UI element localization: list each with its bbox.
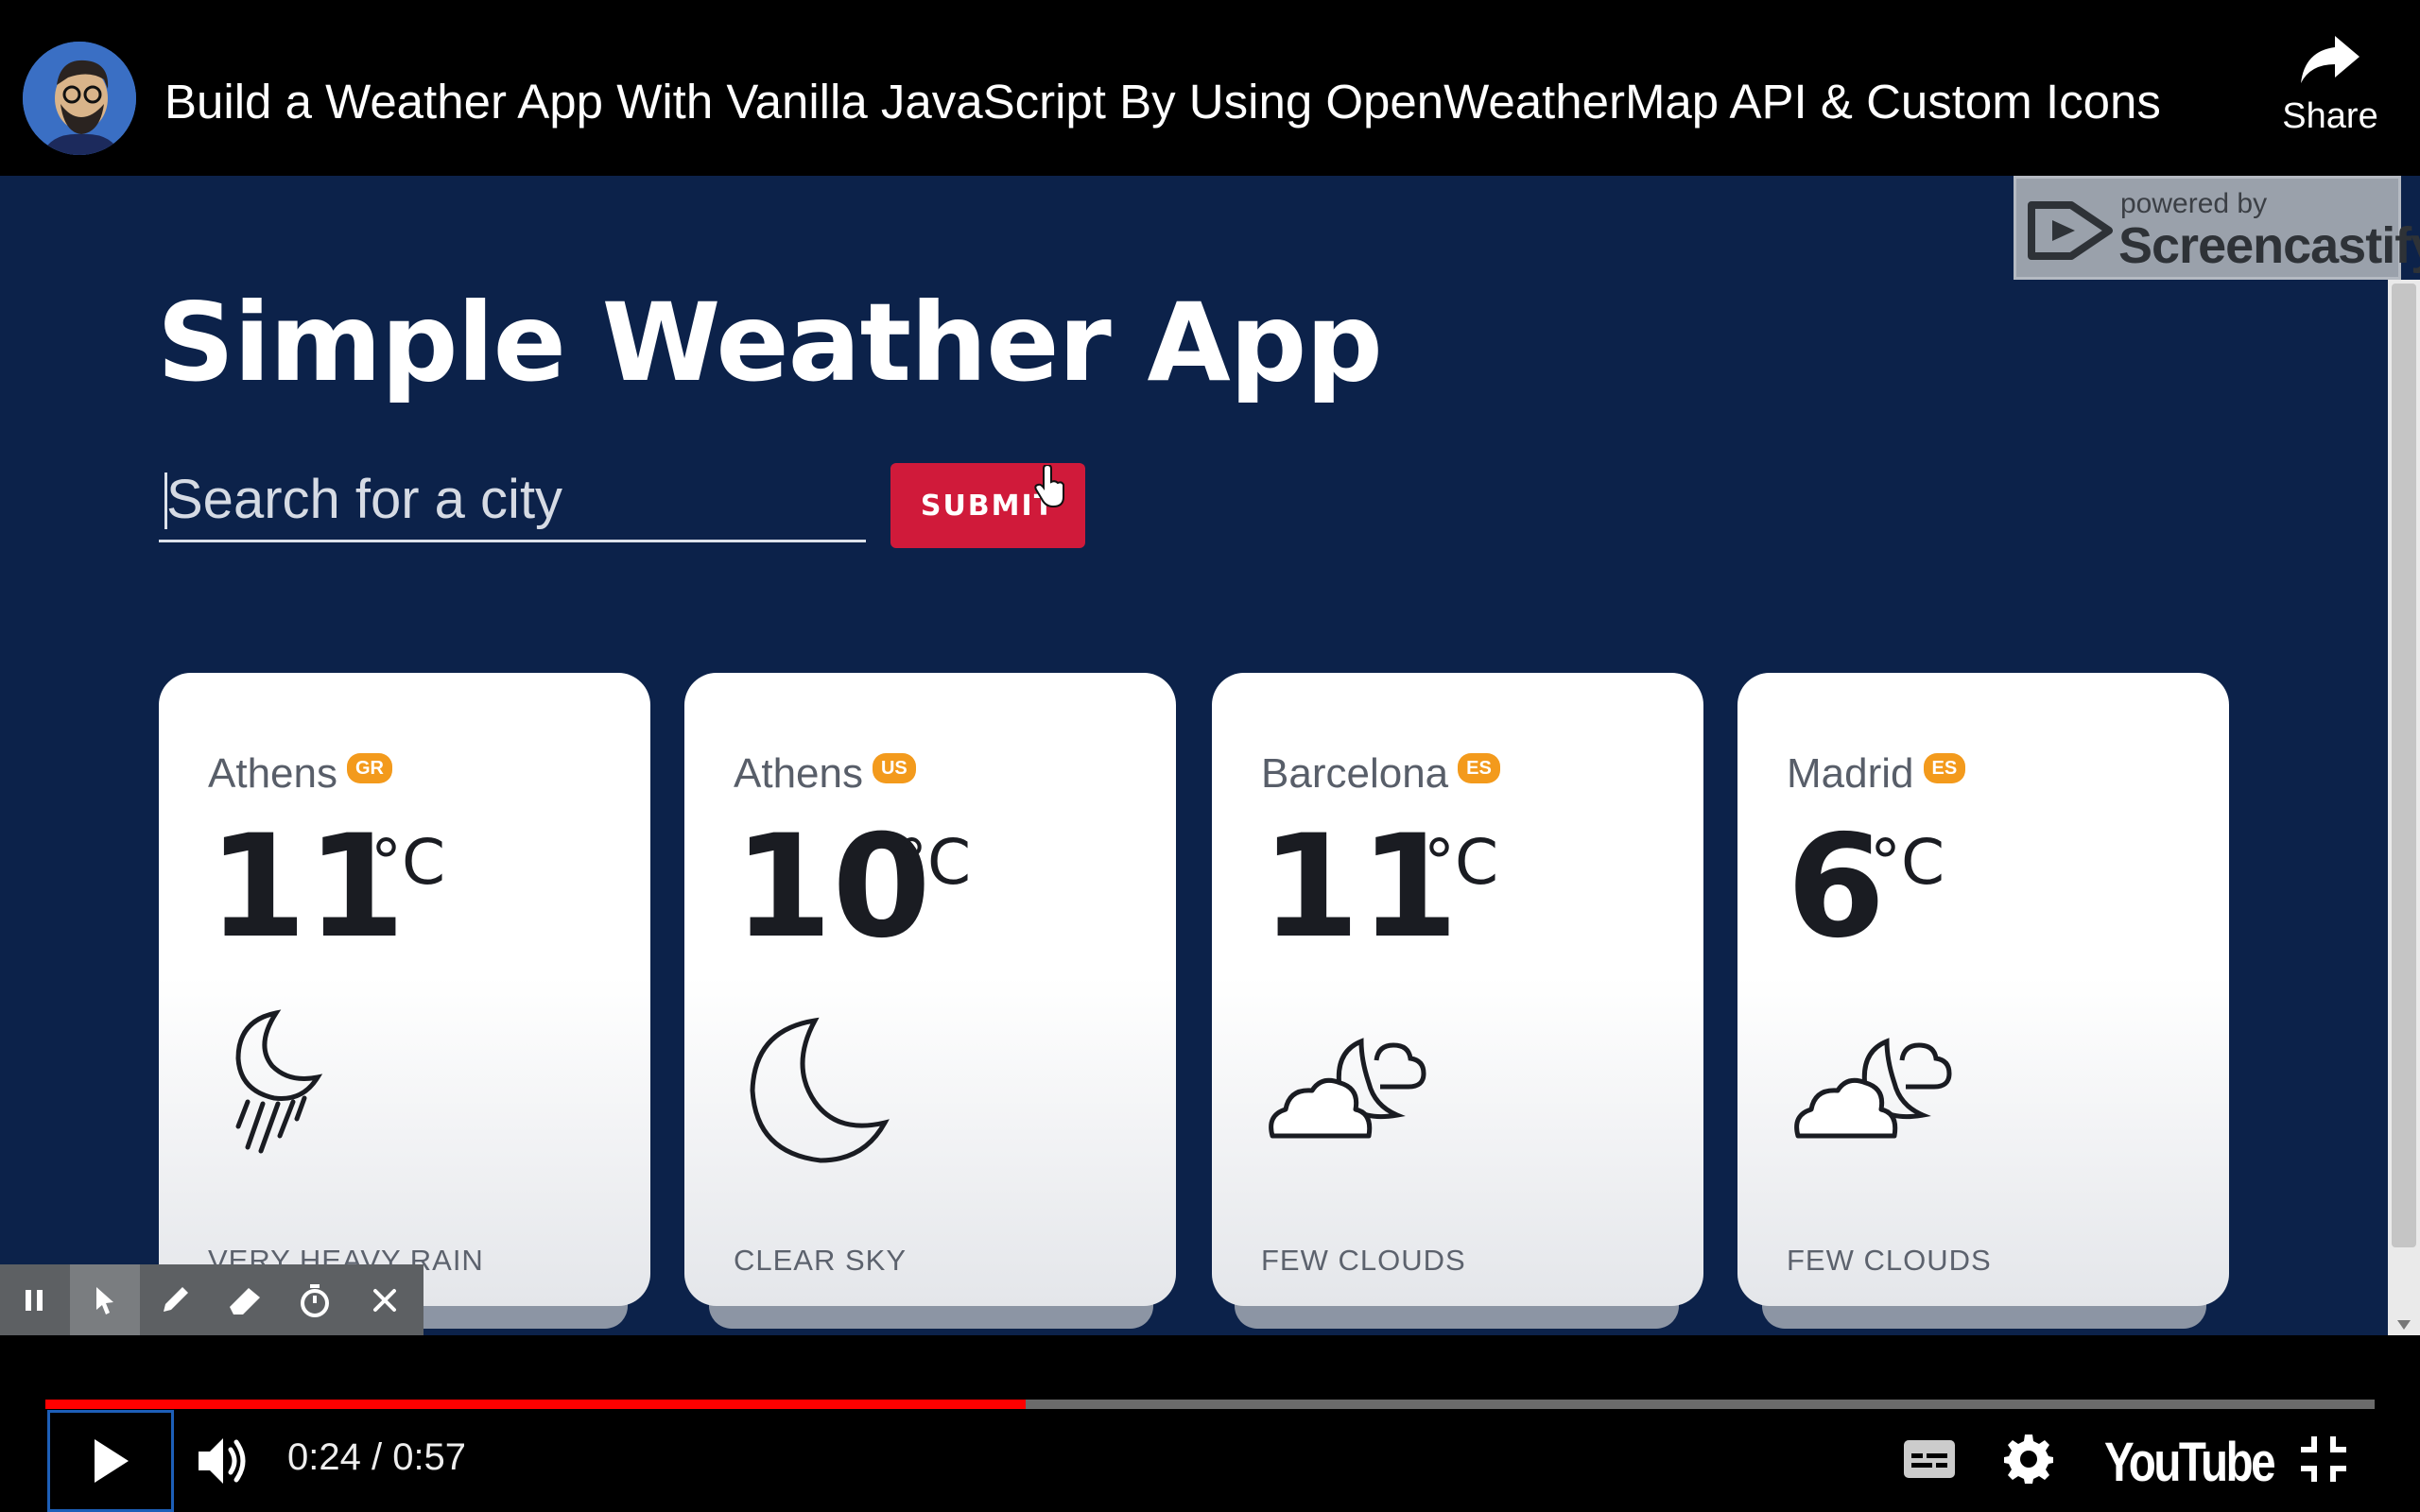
weather-card-madrid-es: Madrid ES 6 °C FEW CLOUDS — [1737, 673, 2229, 1306]
text-caret — [164, 472, 167, 529]
volume-icon — [199, 1438, 246, 1484]
scrollbar-thumb[interactable] — [2392, 284, 2416, 1247]
temperature-unit: °C — [1870, 826, 1945, 899]
subtitles-icon — [1904, 1440, 1955, 1478]
country-badge: ES — [1458, 753, 1500, 783]
temperature-unit: °C — [1424, 826, 1499, 899]
progress-played — [45, 1400, 1027, 1409]
card-city: Athens GR — [208, 750, 392, 798]
card-city: Athens US — [734, 750, 916, 798]
exit-fullscreen-button[interactable] — [2297, 1433, 2350, 1490]
search-input[interactable] — [159, 459, 866, 542]
settings-button[interactable] — [2002, 1433, 2055, 1490]
pause-icon[interactable] — [0, 1264, 70, 1335]
weather-card-athens-gr: Athens GR 11 °C VERY HEAVY RAIN — [159, 673, 650, 1306]
country-badge: US — [872, 753, 916, 783]
timer-icon[interactable] — [280, 1264, 350, 1335]
avatar-illustration — [23, 42, 136, 155]
pen-icon[interactable] — [140, 1264, 210, 1335]
play-icon — [95, 1439, 129, 1483]
weather-card-athens-us: Athens US 10 °C CLEAR SKY — [684, 673, 1176, 1306]
country-badge: ES — [1923, 753, 1966, 783]
temperature-unit: °C — [371, 826, 446, 899]
weather-card-barcelona-es: Barcelona ES 11 °C FEW CLOUDS — [1212, 673, 1703, 1306]
watermark-brand: Screencastify — [2118, 217, 2420, 274]
moon-cloud-icon — [1269, 1038, 1426, 1139]
screencastify-toolbar — [0, 1264, 424, 1335]
share-label: Share — [2282, 96, 2378, 136]
eraser-icon[interactable] — [210, 1264, 280, 1335]
play-button[interactable] — [47, 1410, 174, 1512]
share-button[interactable]: Share — [2269, 34, 2392, 166]
weather-description: FEW CLOUDS — [1261, 1244, 1466, 1277]
moon-cloud-icon — [1794, 1038, 1952, 1139]
card-city: Madrid ES — [1787, 750, 1966, 798]
exit-fullscreen-icon — [2301, 1436, 2346, 1482]
weather-description: CLEAR SKY — [734, 1244, 908, 1277]
time-display: 0:24 / 0:57 — [287, 1436, 467, 1478]
scroll-down-arrow-icon[interactable] — [2397, 1320, 2411, 1330]
channel-avatar[interactable] — [23, 42, 136, 155]
city-name: Athens — [208, 750, 337, 797]
video-frame[interactable]: Simple Weather App SUBMIT AthensGR 11 °C… — [0, 176, 2420, 1335]
page-scrollbar[interactable] — [2388, 280, 2420, 1335]
card-city: Barcelona ES — [1261, 750, 1500, 798]
country-badge: GR — [346, 753, 392, 783]
video-title[interactable]: Build a Weather App With Vanilla JavaScr… — [164, 74, 2161, 129]
close-icon[interactable] — [350, 1264, 420, 1335]
gear-icon — [2004, 1435, 2053, 1484]
temperature-unit: °C — [896, 826, 972, 899]
app-title: Simple Weather App — [157, 280, 1383, 405]
youtube-logo[interactable]: YouTube — [2104, 1431, 2276, 1494]
screencastify-logo-icon — [2028, 201, 2113, 260]
screencastify-watermark: powered by Screencastify — [2014, 176, 2420, 280]
video-header: Build a Weather App With Vanilla JavaScr… — [0, 0, 2420, 176]
moon-rain-icon — [235, 1009, 323, 1154]
pointer-icon[interactable] — [70, 1264, 140, 1335]
hand-cursor-icon — [1034, 465, 1064, 508]
city-name: Athens — [734, 750, 863, 797]
city-name: Barcelona — [1261, 750, 1449, 797]
player-controls: 0:24 / 0:57 YouTube — [0, 1410, 2420, 1512]
watermark-powered-by: powered by — [2120, 188, 2268, 219]
moon-icon — [750, 1017, 890, 1163]
subtitles-button[interactable] — [1902, 1438, 1957, 1485]
share-arrow-icon — [2301, 36, 2360, 83]
city-name: Madrid — [1787, 750, 1914, 797]
volume-button[interactable] — [195, 1431, 251, 1496]
progress-bar[interactable] — [45, 1400, 2375, 1409]
weather-description: FEW CLOUDS — [1787, 1244, 1992, 1277]
